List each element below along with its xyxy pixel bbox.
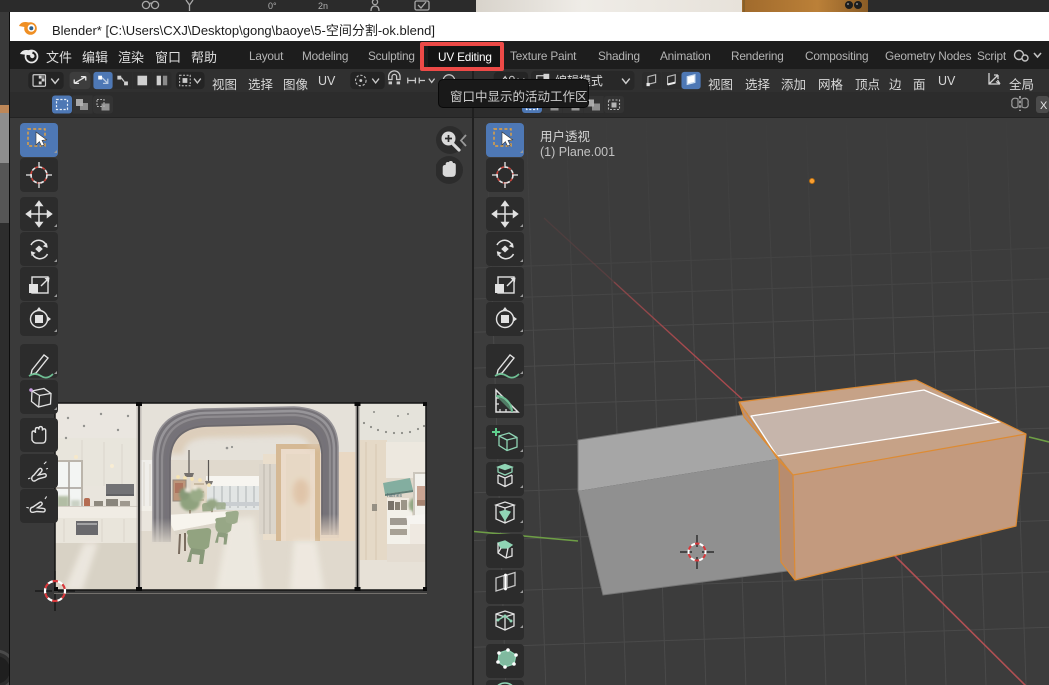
svg-text:X: X <box>1040 100 1048 112</box>
svg-text:2n: 2n <box>318 1 328 11</box>
svg-text:0°: 0° <box>268 1 277 11</box>
